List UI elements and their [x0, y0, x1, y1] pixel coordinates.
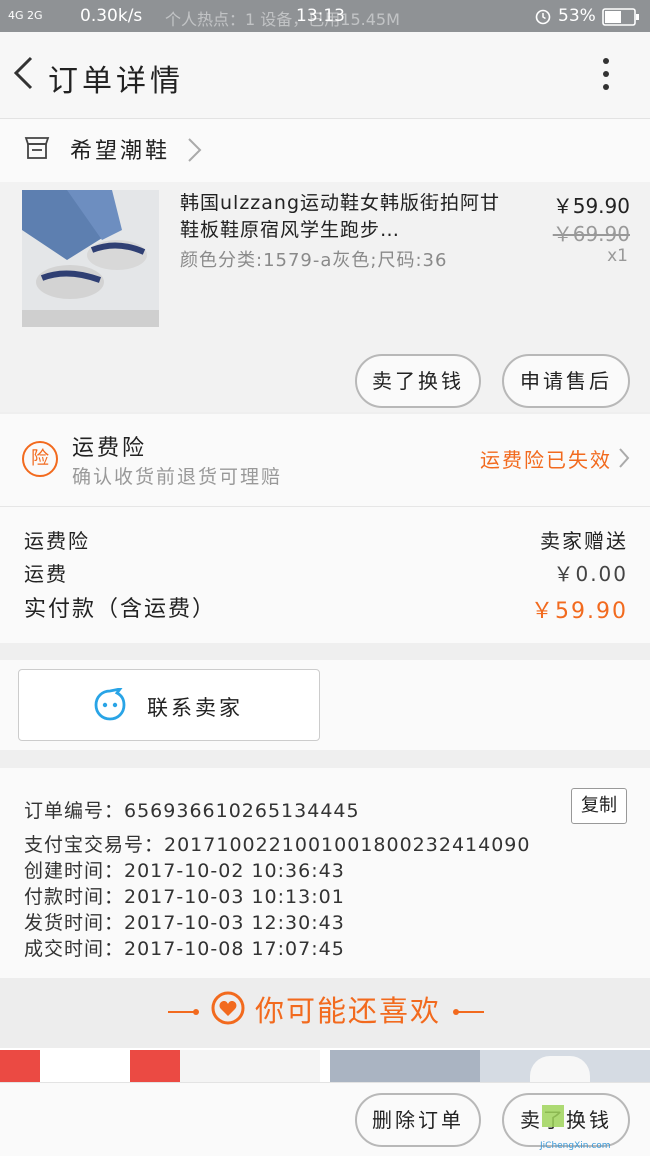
battery-icon	[602, 8, 640, 31]
network-indicator: 4G 2G	[8, 9, 43, 22]
shop-name: 希望潮鞋	[70, 139, 171, 164]
heart-icon	[210, 990, 246, 1030]
product-quantity: x1	[607, 246, 628, 266]
insurance-status: 运费险已失效	[480, 448, 612, 472]
insurance-icon: 险	[22, 441, 58, 477]
created-time: 创建时间：2017-10-02 10:36:43	[24, 860, 345, 882]
contact-seller-label: 联系卖家	[147, 696, 243, 720]
shop-icon	[24, 135, 50, 165]
clock: 13:13	[296, 6, 345, 26]
sell-for-cash-button[interactable]: 卖了换钱	[355, 354, 481, 408]
paid-time: 付款时间：2017-10-03 10:13:01	[24, 886, 345, 908]
sell-for-cash-button[interactable]: 卖了换钱	[502, 1093, 630, 1147]
fee-label: 运费险	[24, 529, 90, 553]
delete-order-button[interactable]: 删除订单	[355, 1093, 481, 1147]
divider-right	[452, 1002, 484, 1021]
shop-row[interactable]: 希望潮鞋	[0, 118, 650, 183]
insurance-subtitle: 确认收货前退货可理赔	[72, 466, 283, 488]
total-label: 实付款（含运费）	[24, 597, 217, 622]
shipped-time: 发货时间：2017-10-03 12:30:43	[24, 912, 345, 934]
recommend-header: 你可能还喜欢	[0, 978, 650, 1048]
recommend-title: 你可能还喜欢	[255, 994, 442, 1028]
chevron-right-icon	[186, 137, 202, 167]
bottom-action-bar: 删除订单 卖了换钱 JiChengXin.com	[0, 1082, 650, 1156]
after-sales-button[interactable]: 申请售后	[502, 354, 630, 408]
back-icon[interactable]	[12, 56, 34, 90]
fee-value: 卖家赠送	[540, 529, 628, 553]
product-card: 韩国ulzzang运动鞋女韩版街拍阿甘鞋板鞋原宿风学生跑步… 颜色分类:1579…	[0, 182, 650, 412]
fee-value: ￥0.00	[553, 562, 628, 586]
total-value: ￥59.90	[531, 599, 628, 624]
completed-time: 成交时间：2017-10-08 17:07:45	[24, 938, 345, 960]
order-number: 订单编号：656936610265134445	[24, 800, 360, 822]
product-price: ￥59.90	[552, 194, 630, 218]
more-options-icon[interactable]	[596, 54, 616, 94]
battery-percent: 53%	[558, 6, 596, 26]
watermark-logo-icon	[542, 1105, 564, 1127]
copy-button[interactable]: 复制	[571, 788, 627, 824]
contact-seller-button[interactable]: 联系卖家	[18, 669, 320, 741]
page-title: 订单详情	[48, 64, 184, 99]
product-attributes: 颜色分类:1579-a灰色;尺码:36	[180, 250, 448, 271]
product-title[interactable]: 韩国ulzzang运动鞋女韩版街拍阿甘鞋板鞋原宿风学生跑步…	[180, 190, 500, 244]
chat-icon	[93, 686, 127, 726]
alipay-transaction-number: 支付宝交易号：2017100221001001800232414090	[24, 834, 531, 856]
fee-label: 运费	[24, 562, 68, 586]
watermark-text: JiChengXin.com	[540, 1141, 611, 1151]
product-image[interactable]	[22, 190, 159, 327]
network-speed: 0.30k/s	[80, 6, 143, 26]
order-info: 订单编号：656936610265134445 复制 支付宝交易号：201710…	[0, 768, 650, 978]
insurance-title: 运费险	[72, 436, 148, 461]
product-original-price: ￥69.90	[552, 222, 630, 246]
hotspot-status: 个人热点：1 设备，已用15.45M	[165, 10, 400, 29]
contact-section: 联系卖家	[0, 660, 650, 750]
header: 订单详情	[0, 32, 650, 118]
status-bar: 4G 2G 0.30k/s 个人热点：1 设备，已用15.45M 13:13 5…	[0, 0, 650, 32]
fee-summary: 运费险 卖家赠送 运费 ￥0.00 实付款（含运费） ￥59.90	[0, 507, 650, 643]
chevron-right-icon	[618, 447, 630, 473]
recommend-item-image[interactable]	[330, 1050, 650, 1086]
recommend-item-image[interactable]	[0, 1050, 320, 1086]
divider-left	[168, 1002, 200, 1021]
alarm-icon	[534, 7, 552, 30]
shipping-insurance-row[interactable]: 险 运费险 确认收货前退货可理赔 运费险已失效	[0, 414, 650, 507]
